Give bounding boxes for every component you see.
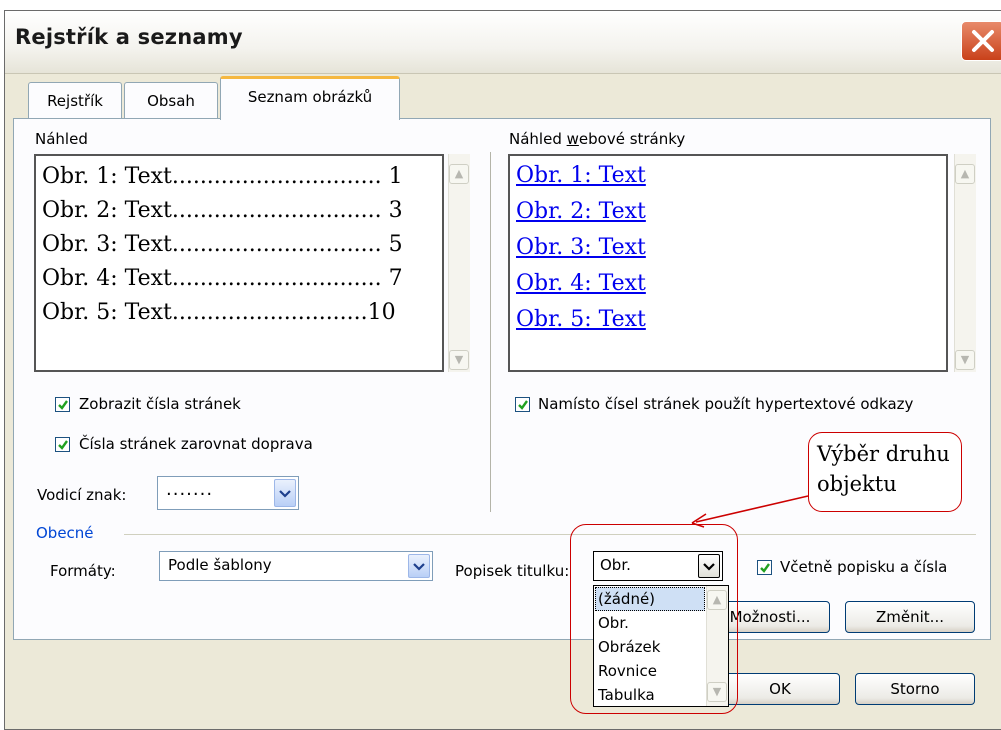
web-preview-link[interactable]: Obr. 2: Text <box>516 194 646 230</box>
web-preview-box: Obr. 1: Text Obr. 2: Text Obr. 3: Text O… <box>508 154 948 372</box>
cancel-button[interactable]: Storno <box>855 673 975 705</box>
chevron-down-icon <box>413 563 425 571</box>
print-preview-line: Obr. 4: Text............................… <box>42 266 403 291</box>
scroll-down-icon[interactable]: ▼ <box>955 350 975 370</box>
column-divider <box>490 152 491 512</box>
web-preview-link[interactable]: Obr. 4: Text <box>516 266 646 302</box>
tab-table-of-figures[interactable]: Seznam obrázků <box>220 76 400 120</box>
checkmark-icon <box>760 563 770 573</box>
show-page-numbers-checkbox[interactable] <box>55 397 70 412</box>
caption-label-label: Popisek titulku: <box>455 562 570 580</box>
annotation-highlight-ring <box>570 524 738 714</box>
title-bar: Rejstřík a seznamy <box>5 11 1001 74</box>
web-preview-link[interactable]: Obr. 3: Text <box>516 230 646 266</box>
formats-value: Podle šablony <box>168 556 272 574</box>
formats-dropdown-button[interactable] <box>408 554 430 578</box>
checkmark-icon <box>58 400 68 410</box>
tab-index[interactable]: Rejstřík <box>28 82 122 118</box>
print-preview-list: Obr. 1: Text............................… <box>42 160 432 330</box>
scroll-down-icon[interactable]: ▼ <box>449 350 469 370</box>
use-hyperlinks-label[interactable]: Namísto čísel stránek použít hypertextov… <box>538 395 913 413</box>
annotation-line: Výběr druhu <box>817 442 950 466</box>
include-label-label[interactable]: Včetně popisku a čísla <box>780 558 947 576</box>
formats-label: Formáty: <box>50 562 116 580</box>
formats-select[interactable]: Podle šablony <box>159 551 433 581</box>
include-label-checkbox[interactable] <box>757 560 772 575</box>
tab-index-label: Rejstřík <box>47 92 103 110</box>
general-section-label: Obecné <box>36 524 94 542</box>
tab-leader-label: Vodicí znak: <box>37 486 127 504</box>
web-preview-link[interactable]: Obr. 5: Text <box>516 302 646 338</box>
show-page-numbers-label[interactable]: Zobrazit čísla stránek <box>79 395 241 413</box>
ok-button[interactable]: OK <box>720 673 840 705</box>
tab-leader-value: ....... <box>166 479 214 500</box>
print-preview-label: Náhled <box>35 130 88 148</box>
annotation-callout: Výběr druhu objektu <box>808 432 962 512</box>
scroll-up-icon[interactable]: ▲ <box>449 164 469 184</box>
print-preview-line: Obr. 1: Text............................… <box>42 164 403 189</box>
scroll-up-icon[interactable]: ▲ <box>955 164 975 184</box>
web-preview-link[interactable]: Obr. 1: Text <box>516 158 646 194</box>
modify-button[interactable]: Změnit... <box>845 601 975 633</box>
print-preview-line: Obr. 5: Text............................… <box>42 300 396 325</box>
web-preview-scrollbar[interactable]: ▲ ▼ <box>954 154 976 372</box>
tab-leader-select[interactable]: ....... <box>157 476 299 510</box>
right-align-checkbox[interactable] <box>55 437 70 452</box>
tab-contents-label: Obsah <box>147 92 195 110</box>
tab-leader-dropdown-button[interactable] <box>274 479 296 507</box>
checkmark-icon <box>58 440 68 450</box>
checkmark-icon <box>518 400 528 410</box>
close-button[interactable] <box>961 21 1001 61</box>
print-preview-scrollbar[interactable]: ▲ ▼ <box>448 154 470 372</box>
general-divider <box>124 534 976 535</box>
annotation-line: objektu <box>817 472 897 496</box>
web-preview-list: Obr. 1: Text Obr. 2: Text Obr. 3: Text O… <box>516 158 646 338</box>
use-hyperlinks-checkbox[interactable] <box>515 397 530 412</box>
dialog-title: Rejstřík a seznamy <box>15 25 243 49</box>
print-preview-box: Obr. 1: Text............................… <box>34 154 444 372</box>
web-preview-label: Náhled webové stránky <box>509 130 686 148</box>
close-icon <box>972 30 994 52</box>
tab-contents[interactable]: Obsah <box>124 82 218 118</box>
print-preview-line: Obr. 2: Text............................… <box>42 198 403 223</box>
tab-table-of-figures-label: Seznam obrázků <box>247 88 373 106</box>
annotation-arrow-icon <box>691 495 809 528</box>
chevron-down-icon <box>279 490 291 498</box>
right-align-label[interactable]: Čísla stránek zarovnat doprava <box>79 435 313 453</box>
print-preview-line: Obr. 3: Text............................… <box>42 232 403 257</box>
